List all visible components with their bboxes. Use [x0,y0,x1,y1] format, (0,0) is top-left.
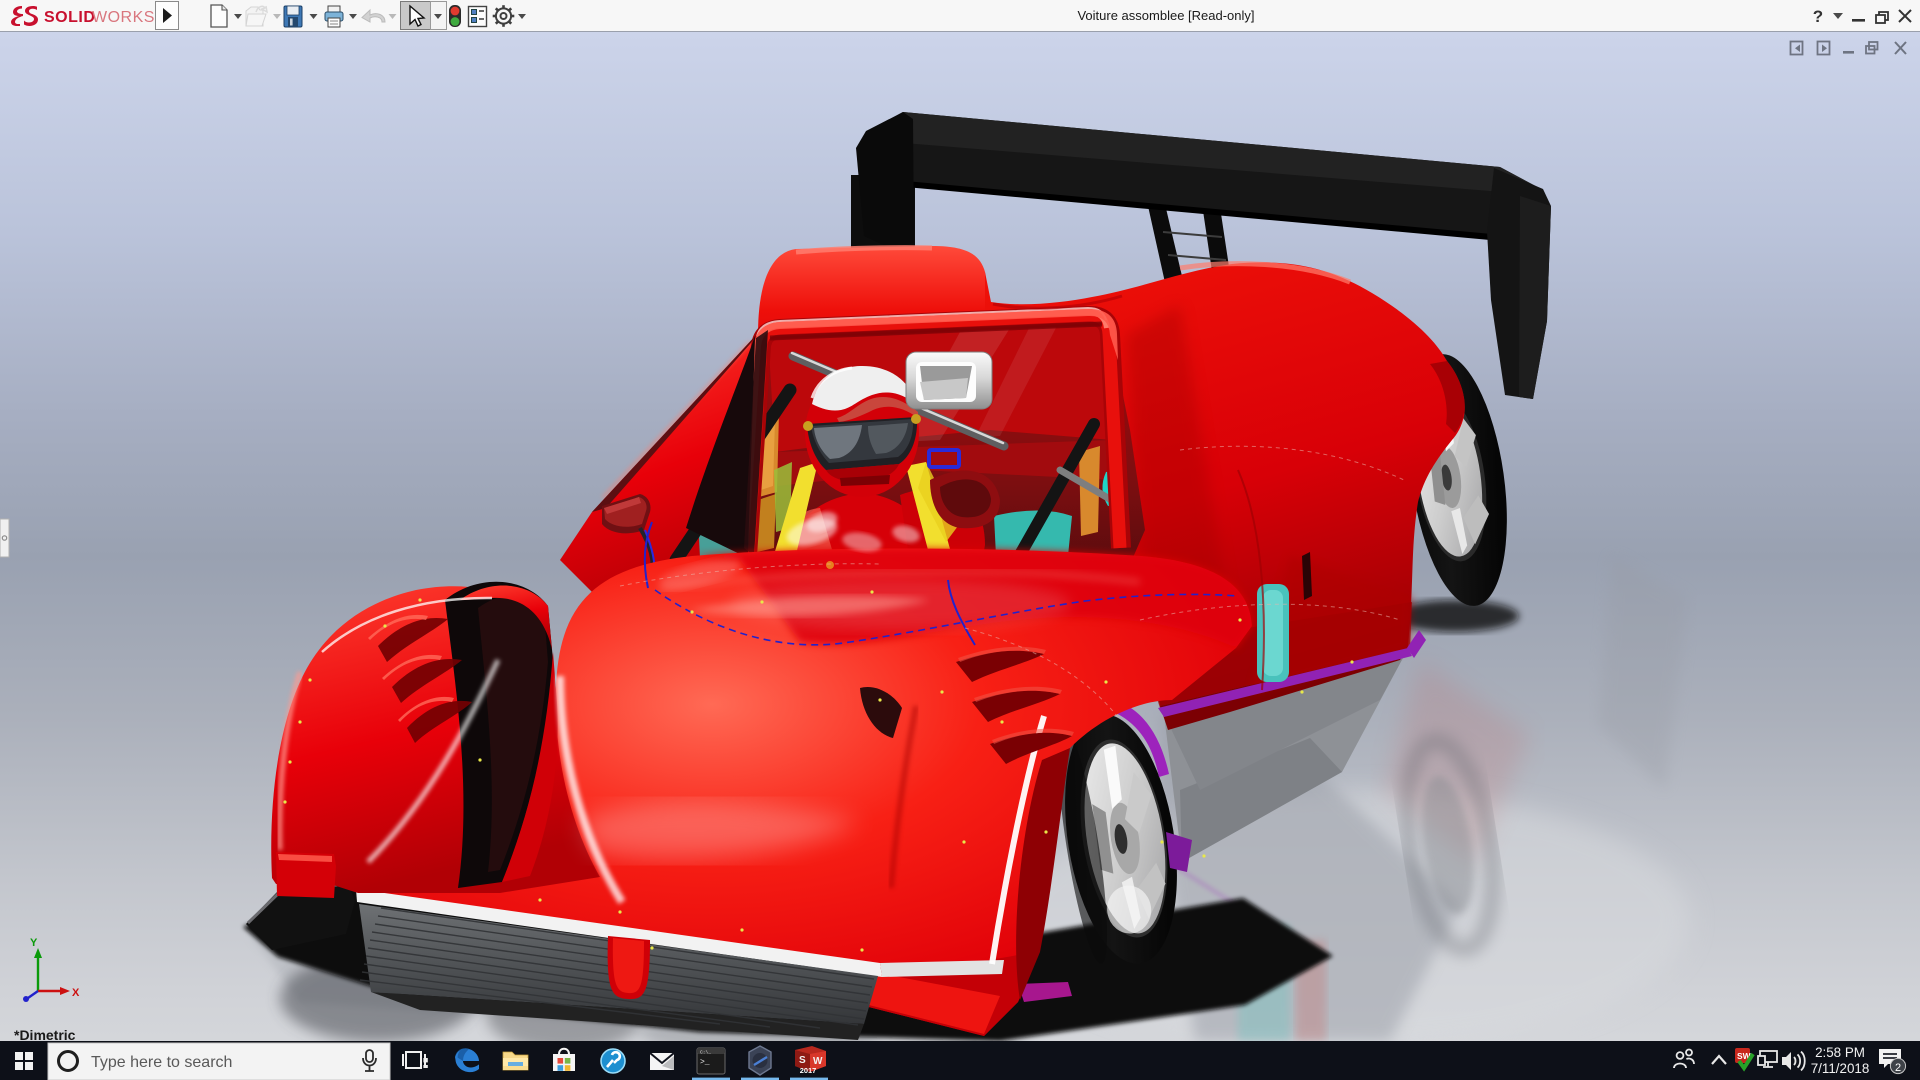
svg-text:X: X [72,987,80,999]
svg-text:Voiture assomblee [Read-only]: Voiture assomblee [Read-only] [1077,8,1254,23]
svg-text:?: ? [1813,7,1823,26]
svg-text:SOLID: SOLID [44,9,95,26]
svg-text:WORKS: WORKS [92,9,155,26]
svg-text:2: 2 [1895,1062,1901,1074]
svg-text:S: S [799,1055,806,1066]
svg-text:2017: 2017 [800,1066,816,1075]
svg-text:Y: Y [30,937,38,949]
svg-text:>_: >_ [700,1058,710,1067]
svg-text:C:\_: C:\_ [700,1049,711,1055]
svg-text:Type here to search: Type here to search [91,1054,232,1071]
svg-text:7/11/2018: 7/11/2018 [1811,1061,1870,1076]
svg-text:2:58 PM: 2:58 PM [1815,1045,1865,1060]
